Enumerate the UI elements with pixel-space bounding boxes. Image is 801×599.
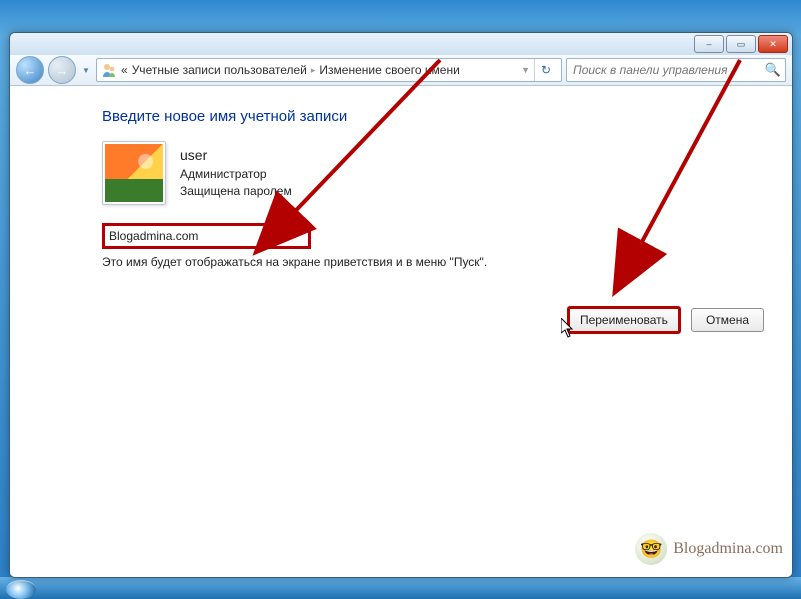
chevron-down-icon: ▼ — [82, 66, 90, 75]
account-protection: Защищена паролем — [180, 183, 292, 200]
breadcrumb-item[interactable]: Учетные записи пользователей — [132, 63, 307, 77]
cancel-button[interactable]: Отмена — [691, 308, 764, 332]
arrow-right-icon: → — [56, 63, 69, 78]
breadcrumb-item[interactable]: Изменение своего имени — [319, 63, 459, 77]
watermark-badge-icon: 🤓 — [635, 533, 667, 565]
control-panel-window: – ▭ ✕ ← → ▼ « Учетные записи по — [9, 32, 793, 578]
rename-button[interactable]: Переименовать — [567, 306, 681, 334]
breadcrumb-prefix: « — [121, 63, 128, 77]
watermark: 🤓 Blogadmina.com — [635, 533, 783, 565]
account-labels: user Администратор Защищена паролем — [180, 146, 292, 199]
search-input[interactable] — [571, 62, 765, 78]
account-info: user Администратор Защищена паролем — [102, 141, 792, 205]
recent-pages-dropdown[interactable]: ▼ — [80, 60, 92, 80]
chevron-down-icon[interactable]: ▼ — [521, 65, 530, 75]
navigation-toolbar: ← → ▼ « Учетные записи пользователей ▸ И… — [10, 55, 792, 86]
minimize-button[interactable]: – — [694, 35, 724, 53]
arrow-left-icon: ← — [24, 63, 37, 78]
account-name: user — [180, 146, 292, 166]
refresh-button[interactable]: ↻ — [534, 59, 557, 81]
refresh-icon: ↻ — [541, 63, 551, 77]
avatar-image — [105, 144, 163, 202]
content-area: Введите новое имя учетной записи user Ад… — [10, 86, 792, 577]
taskbar — [0, 576, 801, 599]
close-button[interactable]: ✕ — [758, 35, 788, 53]
action-buttons: Переименовать Отмена — [567, 306, 764, 334]
helper-text: Это имя будет отображаться на экране при… — [102, 255, 792, 269]
account-role: Администратор — [180, 166, 292, 183]
user-accounts-icon — [101, 62, 117, 78]
chevron-right-icon: ▸ — [311, 65, 316, 76]
address-bar[interactable]: « Учетные записи пользователей ▸ Изменен… — [96, 58, 562, 82]
window-titlebar: – ▭ ✕ — [10, 33, 792, 55]
forward-button[interactable]: → — [48, 56, 76, 84]
maximize-button[interactable]: ▭ — [726, 35, 756, 53]
avatar — [102, 141, 166, 205]
search-box[interactable]: 🔍 — [566, 58, 786, 82]
window-controls: – ▭ ✕ — [694, 35, 788, 53]
new-name-input[interactable] — [102, 223, 311, 249]
start-button[interactable] — [6, 580, 36, 599]
search-icon: 🔍 — [765, 62, 781, 78]
back-button[interactable]: ← — [16, 56, 44, 84]
page-title: Введите новое имя учетной записи — [102, 108, 792, 125]
watermark-text: Blogadmina.com — [673, 540, 783, 558]
